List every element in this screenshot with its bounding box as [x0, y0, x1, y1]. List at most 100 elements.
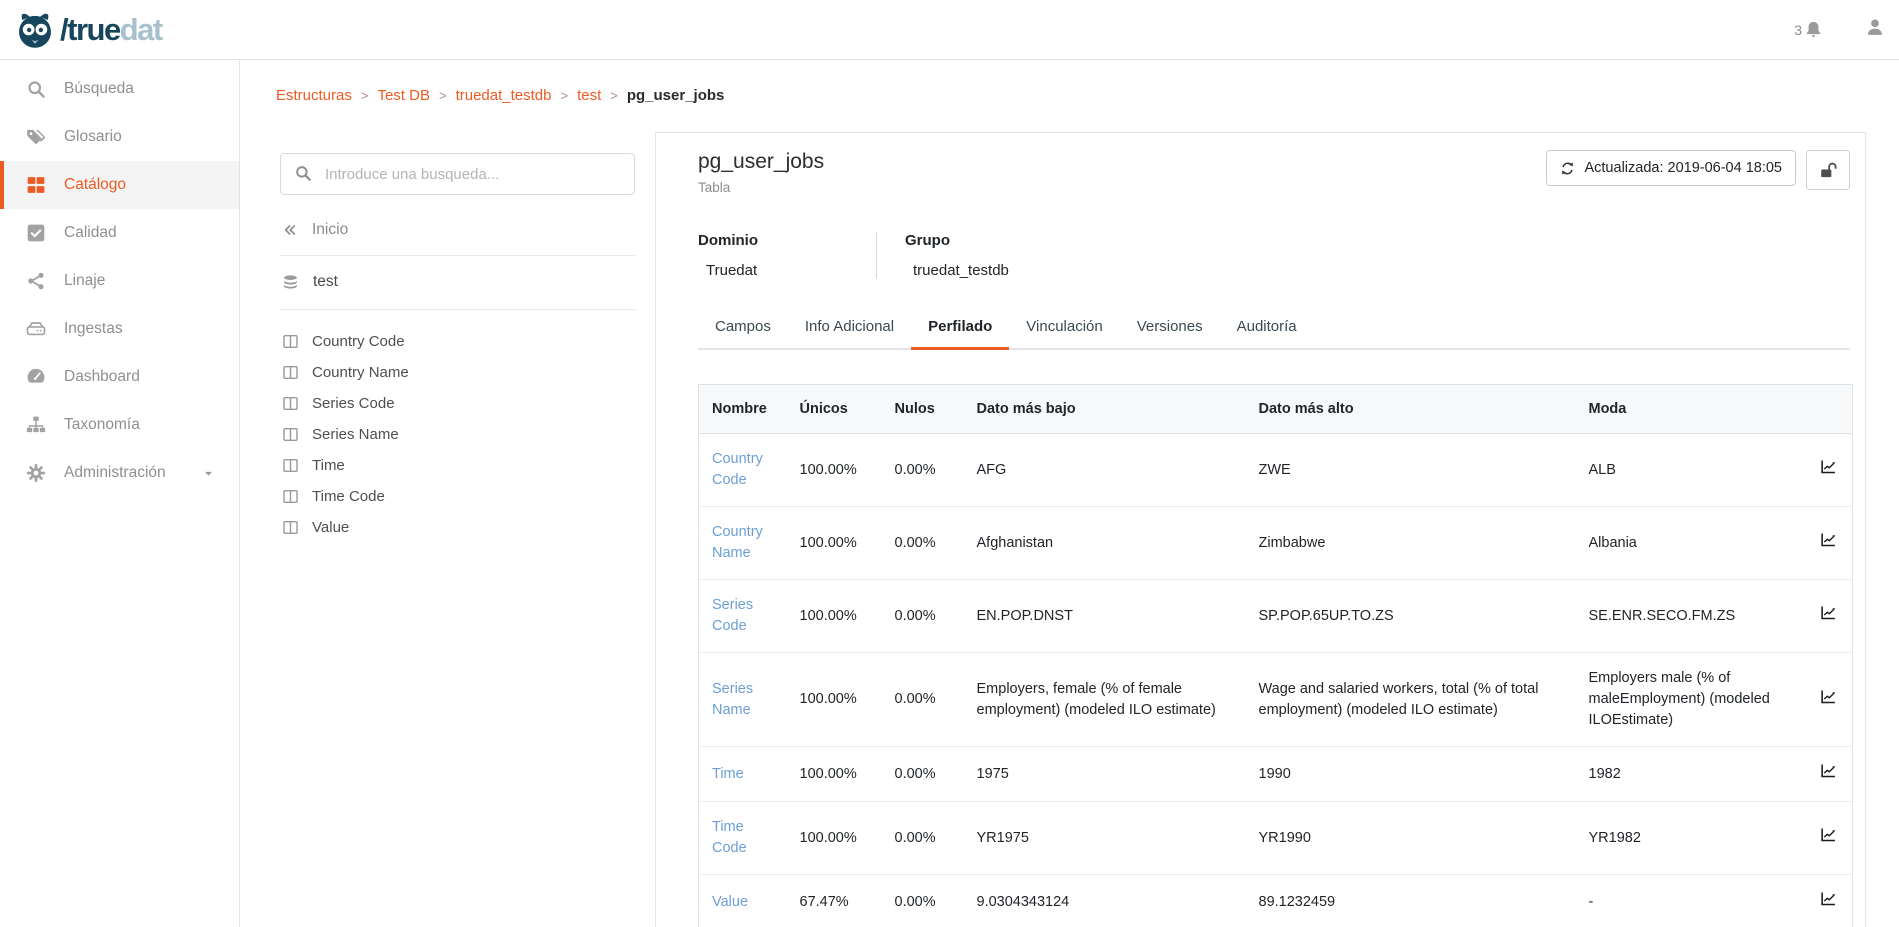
sidebar-item-dashboard[interactable]: Dashboard	[0, 353, 239, 401]
notifications-button[interactable]: 3	[1794, 20, 1823, 39]
meta-group: Grupo truedat_testdb	[876, 232, 1029, 279]
chart-line-icon[interactable]	[1820, 531, 1837, 548]
tree-field-list: Country Code Country Name Series Code Serie…	[280, 326, 635, 543]
field-link-series-name[interactable]: Series Name	[712, 681, 753, 718]
nulls-value: 0.00%	[882, 875, 964, 927]
tree-field-label: Value	[312, 519, 349, 536]
structure-detail-card: pg_user_jobs Tabla Actualizada: 2019-06-…	[655, 132, 1866, 927]
mode-value: SE.ENR.SECO.FM.ZS	[1576, 580, 1806, 653]
field-link-time-code[interactable]: Time Code	[712, 819, 747, 856]
meta-group-value: truedat_testdb	[905, 262, 1009, 279]
columns-icon	[282, 426, 299, 443]
tab-versiones[interactable]: Versiones	[1120, 308, 1220, 348]
field-link-country-code[interactable]: Country Code	[712, 451, 763, 488]
max-value: Zimbabwe	[1246, 507, 1576, 580]
user-menu-button[interactable]	[1865, 17, 1885, 42]
mode-value: 1982	[1576, 747, 1806, 802]
profile-table: NombreÚnicosNulosDato más bajoDato más a…	[698, 384, 1853, 927]
min-value: 1975	[964, 747, 1246, 802]
max-value: SP.POP.65UP.TO.ZS	[1246, 580, 1576, 653]
mode-value: YR1982	[1576, 802, 1806, 875]
columns-icon	[282, 488, 299, 505]
tree-field-value[interactable]: Value	[280, 512, 635, 543]
sidebar-item-catalogo[interactable]: Catálogo	[0, 161, 239, 209]
mode-value: Employers male (% of maleEmployment) (mo…	[1576, 653, 1806, 747]
chevron-down-icon	[202, 467, 215, 480]
tree-field-label: Series Code	[312, 395, 395, 412]
tab-perfilado[interactable]: Perfilado	[911, 308, 1009, 348]
sidebar-item-ingestas[interactable]: Ingestas	[0, 305, 239, 353]
nulls-value: 0.00%	[882, 507, 964, 580]
search-icon	[26, 79, 46, 99]
brand-dat: dat	[120, 12, 162, 47]
breadcrumb-link-test[interactable]: test	[577, 87, 601, 104]
chart-line-icon[interactable]	[1820, 688, 1837, 705]
chart-line-icon[interactable]	[1820, 826, 1837, 843]
check-square-icon	[26, 223, 46, 243]
tab-campos[interactable]: Campos	[698, 308, 788, 348]
tree-search-input[interactable]	[280, 153, 635, 195]
unlock-icon	[1819, 161, 1838, 180]
refresh-updated-button[interactable]: Actualizada: 2019-06-04 18:05	[1546, 150, 1796, 186]
unique-value: 67.47%	[787, 875, 882, 927]
sidebar-item-linaje[interactable]: Linaje	[0, 257, 239, 305]
bell-icon	[1804, 20, 1823, 39]
max-value: 1990	[1246, 747, 1576, 802]
field-link-value[interactable]: Value	[712, 894, 748, 910]
field-link-country-name[interactable]: Country Name	[712, 524, 763, 561]
tree-field-series-code[interactable]: Series Code	[280, 388, 635, 419]
tree-back-button[interactable]: Inicio	[280, 207, 635, 256]
tree-parent-label: test	[313, 273, 338, 291]
sidebar-item-administracion[interactable]: Administración	[0, 449, 239, 497]
tab-info-adicional[interactable]: Info Adicional	[788, 308, 911, 348]
column-header-actions	[1806, 385, 1853, 434]
columns-icon	[282, 457, 299, 474]
sidebar-item-glosario[interactable]: Glosario	[0, 113, 239, 161]
sidebar-item-label: Administración	[64, 464, 166, 482]
page-layout: Búsqueda Glosario Catálogo Calidad Linaje Ing…	[0, 60, 1899, 927]
nulls-value: 0.00%	[882, 434, 964, 507]
tree-parent-node[interactable]: test	[280, 256, 635, 310]
max-value: ZWE	[1246, 434, 1576, 507]
columns-icon	[282, 333, 299, 350]
tree-field-country-name[interactable]: Country Name	[280, 357, 635, 388]
tree-field-label: Country Name	[312, 364, 409, 381]
tree-field-country-code[interactable]: Country Code	[280, 326, 635, 357]
tree-field-label: Series Name	[312, 426, 399, 443]
tree-field-series-name[interactable]: Series Name	[280, 419, 635, 450]
topbar-actions: 3	[1794, 17, 1885, 42]
field-link-series-code[interactable]: Series Code	[712, 597, 753, 634]
sidebar-item-calidad[interactable]: Calidad	[0, 209, 239, 257]
breadcrumb-link-test-db[interactable]: Test DB	[377, 87, 430, 104]
chart-line-icon[interactable]	[1820, 458, 1837, 475]
profile-table-body: Country Code100.00%0.00%AFGZWEALBCountry…	[699, 434, 1853, 927]
tree-field-label: Time	[312, 457, 345, 474]
min-value: Employers, female (% of female employmen…	[964, 653, 1246, 747]
min-value: YR1975	[964, 802, 1246, 875]
tab-vinculacion[interactable]: Vinculación	[1009, 308, 1119, 348]
chart-line-icon[interactable]	[1820, 762, 1837, 779]
brand-logo[interactable]: /truedat	[14, 9, 162, 51]
sidebar-item-busqueda[interactable]: Búsqueda	[0, 65, 239, 113]
chart-line-icon[interactable]	[1820, 890, 1837, 907]
meta-domain-value: Truedat	[698, 262, 856, 279]
sidebar-item-label: Linaje	[64, 272, 105, 290]
max-value: 89.1232459	[1246, 875, 1576, 927]
field-link-time[interactable]: Time	[712, 766, 744, 782]
search-icon	[294, 164, 312, 182]
sidebar-item-taxonomia[interactable]: Taxonomía	[0, 401, 239, 449]
structure-tree-panel: Inicio test Country Code Country Name Seri…	[280, 132, 635, 543]
angles-left-icon	[282, 222, 298, 238]
sidebar-item-label: Glosario	[64, 128, 122, 146]
breadcrumb-link-truedat-testdb[interactable]: truedat_testdb	[456, 87, 552, 104]
tree-field-time-code[interactable]: Time Code	[280, 481, 635, 512]
tab-auditoria[interactable]: Auditoría	[1220, 308, 1314, 348]
chart-line-icon[interactable]	[1820, 604, 1837, 621]
sidebar-item-label: Catálogo	[64, 176, 126, 194]
sidebar-item-label: Búsqueda	[64, 80, 134, 98]
breadcrumb-link-estructuras[interactable]: Estructuras	[276, 87, 352, 104]
table-row: Time100.00%0.00%197519901982	[699, 747, 1853, 802]
tree-field-time[interactable]: Time	[280, 450, 635, 481]
lock-button[interactable]	[1806, 150, 1850, 190]
user-icon	[1865, 17, 1885, 37]
